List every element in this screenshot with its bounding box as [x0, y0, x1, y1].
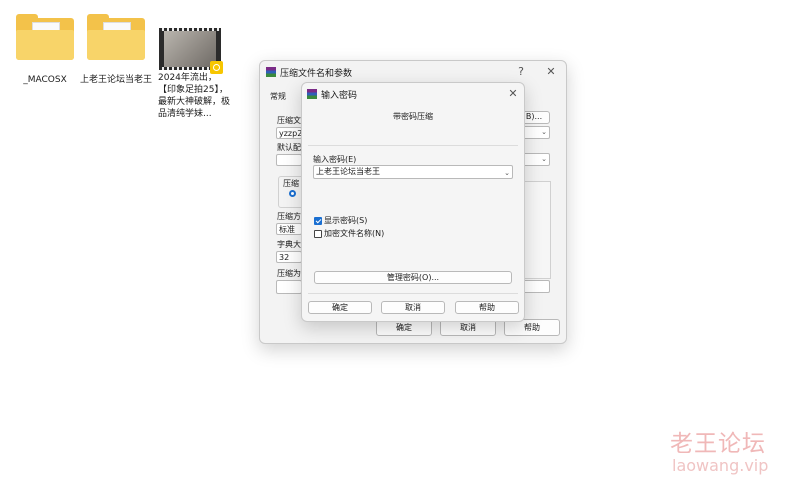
- compression-method-dropdown[interactable]: 标准: [276, 223, 302, 235]
- desktop-folder-laowang[interactable]: 上老王论坛当老王: [78, 14, 154, 86]
- password-input[interactable]: 上老王论坛当老王 ⌄: [313, 165, 513, 179]
- separator: [308, 293, 518, 294]
- tab-general[interactable]: 常规: [270, 92, 286, 102]
- folder-icon: [87, 14, 145, 60]
- default-profile-label: 默认配: [277, 143, 301, 152]
- format-group-label: 压缩: [283, 179, 299, 188]
- main-titlebar: 压缩文件名和参数 ? ✕: [260, 61, 566, 83]
- password-dialog-title: 输入密码: [321, 91, 358, 101]
- winrar-icon: [307, 89, 317, 99]
- winrar-icon: [266, 67, 276, 77]
- desktop-icon-label: 上老王论坛当老王: [79, 75, 152, 85]
- show-password-checkbox[interactable]: [314, 217, 322, 225]
- password-help-button[interactable]: 帮助: [455, 301, 519, 314]
- desktop-folder-macosx[interactable]: _MACOSX: [7, 14, 83, 86]
- close-icon[interactable]: ✕: [544, 65, 558, 78]
- password-cancel-button[interactable]: 取消: [381, 301, 445, 314]
- dictionary-size-label: 字典大: [277, 240, 301, 249]
- password-titlebar: 输入密码 ✕: [302, 83, 524, 105]
- help-icon[interactable]: ?: [514, 65, 528, 78]
- desktop-video-file[interactable]: 2024年流出，【印象足拍25】，最新大神破解，极品清纯学妹...: [150, 28, 230, 120]
- desktop-icon-label: 2024年流出，【印象足拍25】，最新大神破解，极品清纯学妹...: [158, 73, 231, 119]
- split-volumes-label: 压缩为: [277, 269, 301, 278]
- archive-name-input[interactable]: yzzp25: [276, 127, 307, 139]
- password-value: 上老王论坛当老王: [316, 167, 380, 176]
- chevron-down-icon: ⌄: [504, 169, 510, 177]
- chevron-down-icon: ⌄: [541, 155, 547, 163]
- main-dialog-title: 压缩文件名和参数: [280, 69, 353, 79]
- password-heading: 带密码压缩: [393, 112, 433, 121]
- encrypt-names-checkbox[interactable]: [314, 230, 322, 238]
- compression-method-label: 压缩方: [277, 212, 301, 221]
- encrypt-names-label: 加密文件名称(N): [324, 229, 385, 238]
- password-label: 输入密码(E): [313, 155, 357, 164]
- watermark-url: laowang.vip: [672, 456, 769, 475]
- close-icon[interactable]: ✕: [506, 87, 520, 100]
- dictionary-size-dropdown[interactable]: 32: [276, 251, 302, 263]
- split-volumes-input[interactable]: [276, 280, 302, 294]
- player-badge-icon: [210, 61, 223, 74]
- password-dialog: 输入密码 ✕ 带密码压缩 输入密码(E) 上老王论坛当老王 ⌄ 显示密码(S) …: [301, 82, 525, 322]
- folder-icon: [16, 14, 74, 60]
- show-password-label: 显示密码(S): [324, 216, 368, 225]
- separator: [308, 145, 518, 146]
- watermark-text: 老王论坛: [670, 431, 766, 457]
- manage-passwords-button[interactable]: 管理密码(O)...: [314, 271, 512, 284]
- desktop-icon-label: _MACOSX: [23, 75, 67, 85]
- archive-name-label: 压缩文: [277, 116, 301, 125]
- profile-field[interactable]: [276, 154, 302, 166]
- video-thumbnail-icon: [159, 28, 223, 74]
- chevron-down-icon: ⌄: [541, 128, 547, 136]
- format-radio[interactable]: [289, 190, 296, 197]
- password-ok-button[interactable]: 确定: [308, 301, 372, 314]
